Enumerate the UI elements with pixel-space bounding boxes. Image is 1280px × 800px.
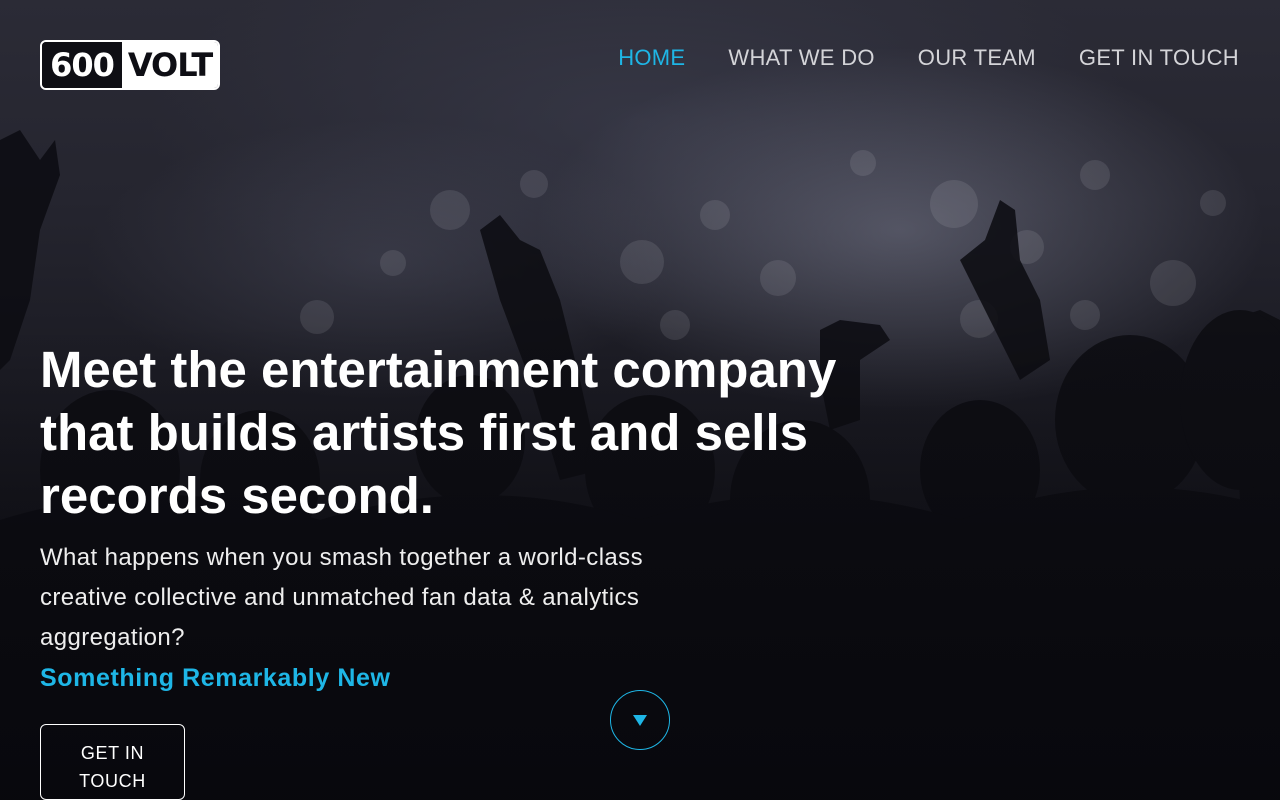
get-in-touch-button[interactable]: GET IN TOUCH [40,724,185,800]
main-nav: HOME WHAT WE DO OUR TEAM GET IN TOUCH [618,44,1239,72]
hero-subtext: What happens when you smash together a w… [40,544,643,651]
scroll-down-button[interactable] [610,690,670,750]
logo-number: 600 [42,42,122,88]
nav-item-our-team[interactable]: OUR TEAM [918,44,1036,72]
hero-section: 600 VOLT HOME WHAT WE DO OUR TEAM GET IN… [0,0,1280,800]
hero-tagline: Something Remarkably New [40,664,391,692]
nav-item-what-we-do[interactable]: WHAT WE DO [728,44,874,72]
hero-headline: Meet the entertainment company that buil… [40,341,837,524]
cta-label-line2: TOUCH [79,770,146,791]
cta-label-line1: GET IN [80,742,145,763]
chevron-down-icon [633,715,647,726]
brand-logo[interactable]: 600 VOLT [40,40,220,90]
nav-item-get-in-touch[interactable]: GET IN TOUCH [1079,44,1239,72]
nav-item-home[interactable]: HOME [618,44,685,72]
logo-word: VOLT [122,42,218,88]
